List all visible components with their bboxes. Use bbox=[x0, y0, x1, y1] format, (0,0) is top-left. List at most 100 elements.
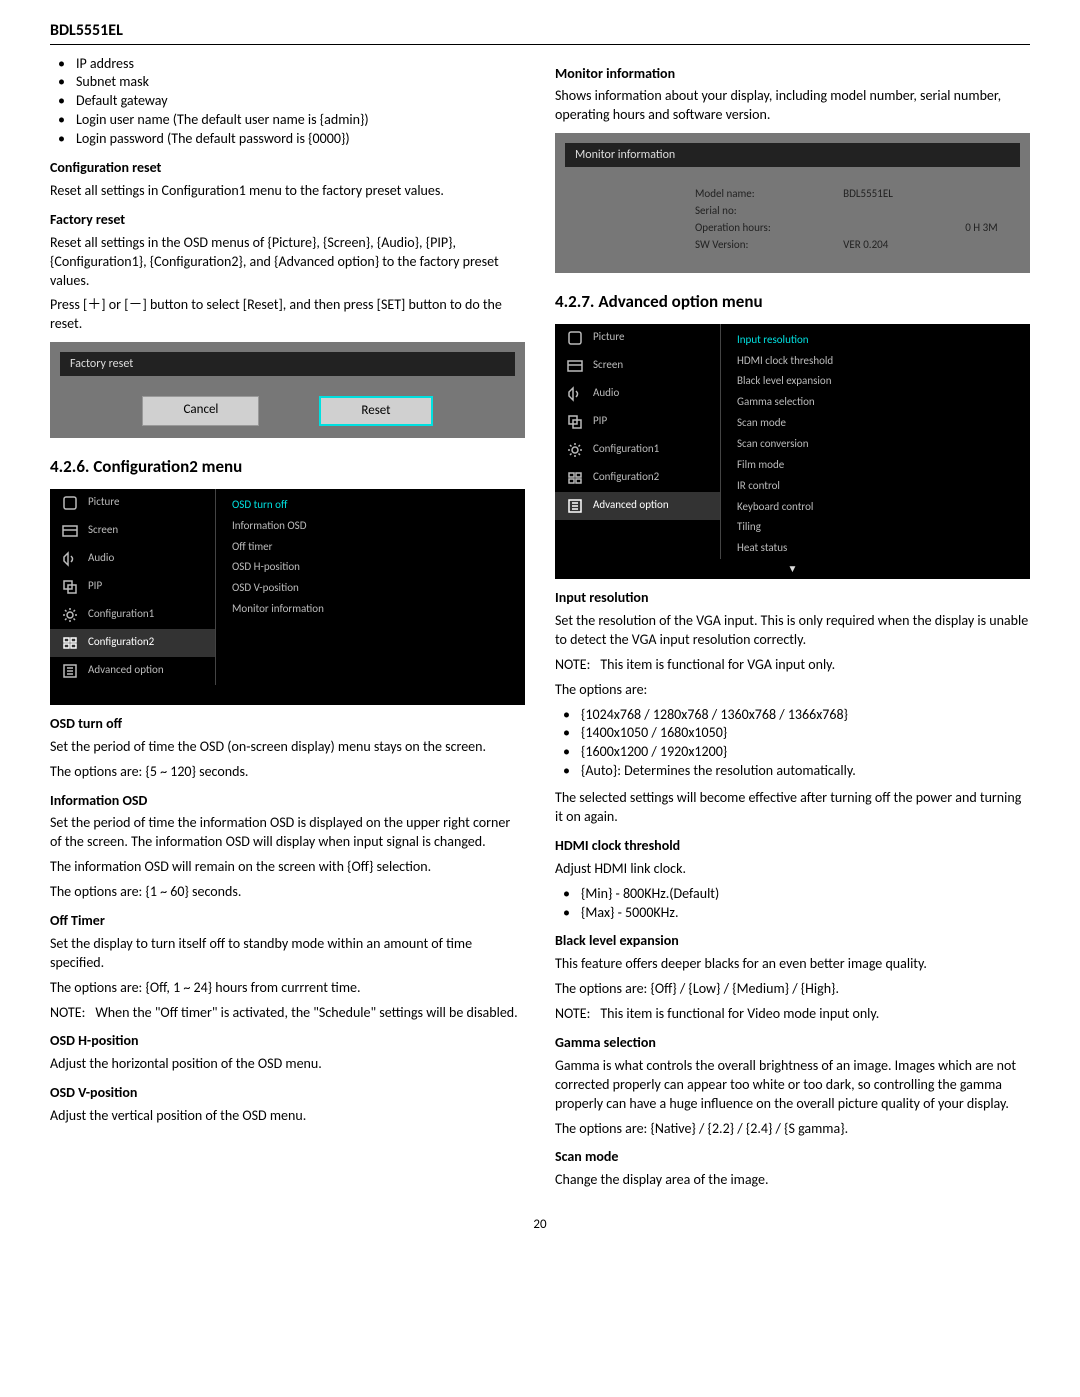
text: The information OSD will remain on the s… bbox=[50, 858, 525, 877]
osd-title: Monitor information bbox=[565, 143, 1020, 167]
text: The options are: {1 ~ 60} seconds. bbox=[50, 883, 525, 902]
right-column: Monitor information Shows information ab… bbox=[555, 55, 1030, 1197]
submenu-item[interactable]: Information OSD bbox=[232, 516, 525, 537]
submenu-item[interactable]: Film mode bbox=[737, 455, 1030, 476]
menu-item-label: Screen bbox=[88, 523, 118, 538]
menu-icon bbox=[62, 579, 78, 595]
input-res-note: NOTE: This item is functional for VGA in… bbox=[555, 656, 1030, 675]
submenu-item[interactable]: Gamma selection bbox=[737, 392, 1030, 413]
text: Change the display area of the image. bbox=[555, 1171, 1030, 1190]
menu-item[interactable]: Advanced option bbox=[555, 492, 720, 520]
submenu-item[interactable]: Tiling bbox=[737, 517, 1030, 538]
note-label: NOTE: bbox=[555, 1005, 590, 1024]
hdmi-opts: {Min} - 800KHz.(Default) {Max} - 5000KHz… bbox=[555, 885, 1030, 923]
text: This feature offers deeper blacks for an… bbox=[555, 955, 1030, 974]
info-osd-title: Information OSD bbox=[50, 792, 525, 811]
factory-reset-p1: Reset all settings in the OSD menus of {… bbox=[50, 234, 525, 291]
factory-reset-p2: Press [＋] or [－] button to select [Reset… bbox=[50, 296, 525, 334]
osd-h-title: OSD H-position bbox=[50, 1032, 525, 1051]
text: The options are: {Off} / {Low} / {Medium… bbox=[555, 980, 1030, 999]
menu-item[interactable]: Advanced option bbox=[50, 657, 215, 685]
bullet: {Auto}: Determines the resolution automa… bbox=[555, 762, 1030, 781]
menu-item-label: Picture bbox=[593, 330, 625, 345]
menu-item[interactable]: Audio bbox=[555, 380, 720, 408]
text: Set the display to turn itself off to st… bbox=[50, 935, 525, 973]
submenu-item[interactable]: IR control bbox=[737, 476, 1030, 497]
bullet: Subnet mask bbox=[50, 73, 525, 92]
menu-icon bbox=[62, 495, 78, 511]
reset-button[interactable]: Reset bbox=[319, 396, 432, 426]
value: VER 0.204 bbox=[843, 238, 925, 253]
factory-reset-title: Factory reset bbox=[50, 211, 525, 230]
submenu-item[interactable]: Scan conversion bbox=[737, 434, 1030, 455]
text: Set the period of time the information O… bbox=[50, 814, 525, 852]
config2-menu-panel: Picture Screen Audio PIP Configuration1 Confi… bbox=[50, 489, 525, 705]
menu-icon bbox=[567, 498, 583, 514]
menu-item-label: Audio bbox=[593, 386, 619, 401]
submenu-item[interactable]: OSD turn off bbox=[232, 495, 525, 516]
submenu-item[interactable]: OSD V-position bbox=[232, 578, 525, 599]
cancel-button[interactable]: Cancel bbox=[142, 396, 259, 426]
note-text: This item is functional for VGA input on… bbox=[600, 656, 835, 675]
submenu-item[interactable]: Monitor information bbox=[232, 599, 525, 620]
text: The options are: {Off, 1 ~ 24} hours fro… bbox=[50, 979, 525, 998]
menu-item[interactable]: Picture bbox=[50, 489, 215, 517]
osd-turnoff-title: OSD turn off bbox=[50, 715, 525, 734]
text: The selected settings will become effect… bbox=[555, 789, 1030, 827]
submenu-item[interactable]: HDMI clock threshold bbox=[737, 351, 1030, 372]
menu-item[interactable]: Screen bbox=[555, 352, 720, 380]
submenu-item[interactable]: Off timer bbox=[232, 537, 525, 558]
input-res-opts: {1024x768 / 1280x768 / 1360x768 / 1366x7… bbox=[555, 706, 1030, 782]
note-text: This item is functional for Video mode i… bbox=[600, 1005, 879, 1024]
menu-item[interactable]: Configuration2 bbox=[555, 464, 720, 492]
submenu-item[interactable]: Heat status bbox=[737, 538, 1030, 559]
menu-icon bbox=[567, 386, 583, 402]
black-note: NOTE: This item is functional for Video … bbox=[555, 1005, 1030, 1024]
bullet: Login user name (The default user name i… bbox=[50, 111, 525, 130]
note-label: NOTE: bbox=[50, 1004, 85, 1023]
menu-item[interactable]: Configuration1 bbox=[555, 436, 720, 464]
menu-item[interactable]: Picture bbox=[555, 324, 720, 352]
menu-item-label: Configuration2 bbox=[593, 470, 659, 485]
bullet: {1600x1200 / 1920x1200} bbox=[555, 743, 1030, 762]
submenu-item[interactable]: Black level expansion bbox=[737, 371, 1030, 392]
menu-item[interactable]: Audio bbox=[50, 545, 215, 573]
menu-item-label: Audio bbox=[88, 551, 114, 566]
off-timer-title: Off Timer bbox=[50, 912, 525, 931]
submenu-item[interactable]: OSD H-position bbox=[232, 557, 525, 578]
ip-bullets: IP address Subnet mask Default gateway L… bbox=[50, 55, 525, 149]
chevron-down-icon: ▼ bbox=[555, 562, 1030, 576]
input-res-title: Input resolution bbox=[555, 589, 1030, 608]
gamma-title: Gamma selection bbox=[555, 1034, 1030, 1053]
factory-reset-osd: Factory reset Cancel Reset bbox=[50, 342, 525, 438]
menu-icon bbox=[62, 663, 78, 679]
black-title: Black level expansion bbox=[555, 932, 1030, 951]
advanced-menu-panel: Picture Screen Audio PIP Configuration1 Confi… bbox=[555, 324, 1030, 579]
menu-item-label: PIP bbox=[593, 414, 607, 429]
config2-section-title: 4.2.6. Configuration2 menu bbox=[50, 456, 525, 479]
menu-item-label: Configuration1 bbox=[88, 607, 154, 622]
text: Adjust HDMI link clock. bbox=[555, 860, 1030, 879]
text: Set the resolution of the VGA input. Thi… bbox=[555, 612, 1030, 650]
text: The options are: {Native} / {2.2} / {2.4… bbox=[555, 1120, 1030, 1139]
menu-icon bbox=[567, 330, 583, 346]
label: Model name: bbox=[695, 187, 803, 202]
text: The options are: {5 ~ 120} seconds. bbox=[50, 763, 525, 782]
submenu-item[interactable]: Input resolution bbox=[737, 330, 1030, 351]
advanced-section-title: 4.2.7. Advanced option menu bbox=[555, 291, 1030, 314]
bullet: Default gateway bbox=[50, 92, 525, 111]
menu-item[interactable]: Configuration2 bbox=[50, 629, 215, 657]
text: The options are: bbox=[555, 681, 1030, 700]
menu-item[interactable]: Screen bbox=[50, 517, 215, 545]
submenu-item[interactable]: Keyboard control bbox=[737, 497, 1030, 518]
submenu-item[interactable]: Scan mode bbox=[737, 413, 1030, 434]
bullet: {1024x768 / 1280x768 / 1360x768 / 1366x7… bbox=[555, 706, 1030, 725]
text: Adjust the vertical position of the OSD … bbox=[50, 1107, 525, 1126]
menu-item[interactable]: PIP bbox=[50, 573, 215, 601]
text: Adjust the horizontal position of the OS… bbox=[50, 1055, 525, 1074]
osd-v-title: OSD V-position bbox=[50, 1084, 525, 1103]
menu-item[interactable]: Configuration1 bbox=[50, 601, 215, 629]
bullet: IP address bbox=[50, 55, 525, 74]
note-label: NOTE: bbox=[555, 656, 590, 675]
menu-item[interactable]: PIP bbox=[555, 408, 720, 436]
